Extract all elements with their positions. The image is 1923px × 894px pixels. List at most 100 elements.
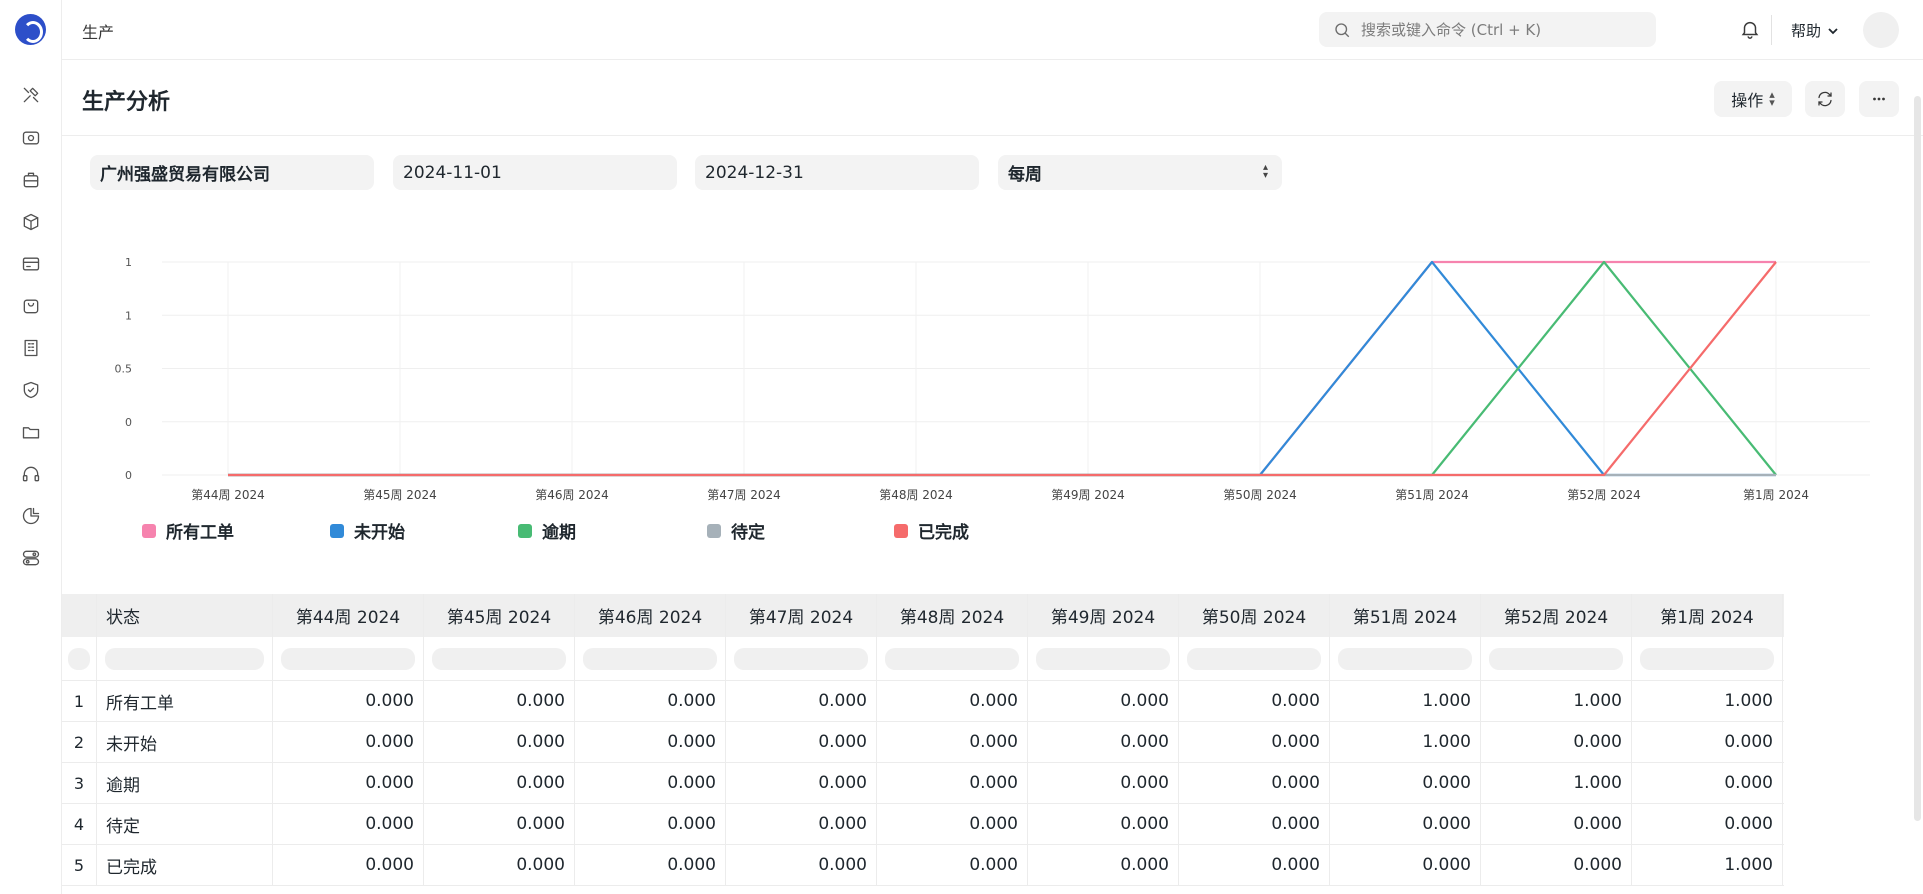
table-header-row: 状态 第44周 2024 第45周 2024 第46周 2024 第47周 2024 第… (62, 594, 1784, 637)
value-cell: 0.000 (726, 722, 877, 762)
status-cell: 已完成 (97, 845, 273, 885)
breadcrumb[interactable]: 生产 (82, 19, 114, 43)
tools-icon[interactable] (21, 85, 41, 105)
status-header[interactable]: 状态 (97, 594, 273, 637)
filter-pill[interactable] (885, 647, 1019, 670)
row-index: 5 (62, 845, 97, 885)
filter-pill[interactable] (68, 647, 90, 670)
pie-chart-icon[interactable] (21, 506, 41, 526)
filter-pill[interactable] (281, 647, 415, 670)
building-icon[interactable] (21, 338, 41, 358)
value-cell: 0.000 (273, 763, 424, 803)
help-label: 帮助 (1791, 22, 1822, 40)
search-bar[interactable] (1319, 12, 1656, 47)
filter-pill[interactable] (105, 647, 264, 670)
column-header[interactable]: 第51周 2024 (1330, 594, 1481, 637)
column-header[interactable]: 第47周 2024 (726, 594, 877, 637)
actions-button[interactable]: 操作 ▴ ▾ (1714, 81, 1792, 117)
value-cell: 0.000 (1330, 845, 1481, 885)
value-cell: 0.000 (424, 722, 575, 762)
avatar[interactable] (1863, 12, 1899, 48)
status-cell: 逾期 (97, 763, 273, 803)
table-row[interactable]: 1 所有工单 0.000 0.000 0.000 0.000 0.000 0.000 0.000… (62, 681, 1784, 722)
column-header[interactable]: 第1周 2024 (1632, 594, 1783, 637)
legend-swatch (142, 523, 156, 538)
value-cell: 0.000 (273, 681, 424, 721)
chevron-down-icon (1828, 27, 1838, 34)
period-value: 每周 (1008, 165, 1042, 185)
filter-pill[interactable] (432, 647, 566, 670)
filter-pill[interactable] (734, 647, 868, 670)
y-tick-label: 0 (125, 416, 132, 429)
filter-cell (424, 637, 575, 680)
eye-icon[interactable] (21, 128, 41, 148)
table-row[interactable]: 4 待定 0.000 0.000 0.000 0.000 0.000 0.000 0.000 0.… (62, 804, 1784, 845)
legend-swatch (894, 523, 908, 538)
filter-cell (1330, 637, 1481, 680)
filter-pill[interactable] (583, 647, 717, 670)
column-header[interactable]: 第50周 2024 (1179, 594, 1330, 637)
column-header[interactable]: 第49周 2024 (1028, 594, 1179, 637)
refresh-button[interactable] (1805, 81, 1845, 117)
legend-item[interactable]: 未开始 (330, 518, 405, 543)
value-cell: 0.000 (1330, 804, 1481, 844)
company-filter[interactable]: 广州强盛贸易有限公司 (90, 155, 374, 190)
legend-item[interactable]: 逾期 (518, 518, 576, 543)
period-select[interactable]: 每周 ▴ ▾ (998, 155, 1282, 190)
box-icon[interactable] (21, 212, 41, 232)
shield-icon[interactable] (21, 380, 41, 400)
legend-label: 未开始 (354, 523, 405, 543)
legend-item[interactable]: 已完成 (894, 518, 969, 543)
filter-cell (273, 637, 424, 680)
app-logo[interactable] (15, 14, 46, 45)
row-index: 1 (62, 681, 97, 721)
filter-pill[interactable] (1036, 647, 1170, 670)
value-cell: 0.000 (877, 804, 1028, 844)
value-cell: 0.000 (1179, 763, 1330, 803)
help-menu[interactable]: 帮助 (1791, 20, 1839, 41)
headset-icon[interactable] (21, 464, 41, 484)
to-date-filter[interactable]: 2024-12-31 (695, 155, 979, 190)
value-cell: 0.000 (877, 845, 1028, 885)
filter-cell (62, 637, 97, 680)
column-header[interactable]: 第52周 2024 (1481, 594, 1632, 637)
from-date-filter[interactable]: 2024-11-01 (393, 155, 677, 190)
select-caret-icon: ▴ ▾ (1262, 162, 1268, 181)
filter-pill[interactable] (1489, 647, 1623, 670)
x-tick-label: 第47周 2024 (707, 488, 781, 502)
filter-pill[interactable] (1640, 647, 1774, 670)
table-row[interactable]: 5 已完成 0.000 0.000 0.000 0.000 0.000 0.000 0.000 0… (62, 845, 1784, 886)
filter-pill[interactable] (1187, 647, 1321, 670)
value-cell: 0.000 (424, 763, 575, 803)
toggles-icon[interactable] (21, 548, 41, 568)
chart-svg: 0 0 0.5 1 1 第44周 2024 第45周 2024 第46周 2024 第47周 2… (115, 256, 1870, 502)
sidebar (0, 0, 62, 894)
y-tick-label: 1 (125, 256, 132, 269)
value-cell: 0.000 (273, 804, 424, 844)
briefcase-icon[interactable] (21, 170, 41, 190)
column-header[interactable]: 第48周 2024 (877, 594, 1028, 637)
notification-bell-icon[interactable] (1739, 18, 1761, 40)
value-cell: 0.000 (273, 845, 424, 885)
filter-pill[interactable] (1338, 647, 1472, 670)
column-header[interactable]: 第45周 2024 (424, 594, 575, 637)
legend-swatch (518, 523, 532, 538)
value-cell: 0.000 (1028, 763, 1179, 803)
legend-item[interactable]: 待定 (707, 518, 765, 543)
more-button[interactable] (1859, 81, 1899, 117)
y-tick-label: 1 (125, 309, 132, 322)
folder-icon[interactable] (21, 422, 41, 442)
report-table: 状态 第44周 2024 第45周 2024 第46周 2024 第47周 2024 第… (62, 594, 1784, 886)
search-input[interactable] (1361, 20, 1641, 39)
legend-item[interactable]: 所有工单 (142, 518, 234, 543)
table-row[interactable]: 3 逾期 0.000 0.000 0.000 0.000 0.000 0.000 0.000 0.… (62, 763, 1784, 804)
card-icon[interactable] (21, 254, 41, 274)
bag-icon[interactable] (21, 296, 41, 316)
column-header[interactable]: 第46周 2024 (575, 594, 726, 637)
row-index: 4 (62, 804, 97, 844)
column-header[interactable]: 第44周 2024 (273, 594, 424, 637)
page-scrollbar[interactable] (1914, 96, 1921, 821)
table-row[interactable]: 2 未开始 0.000 0.000 0.000 0.000 0.000 0.000 0.000 1… (62, 722, 1784, 763)
value-cell: 0.000 (726, 804, 877, 844)
value-cell: 1.000 (1330, 722, 1481, 762)
